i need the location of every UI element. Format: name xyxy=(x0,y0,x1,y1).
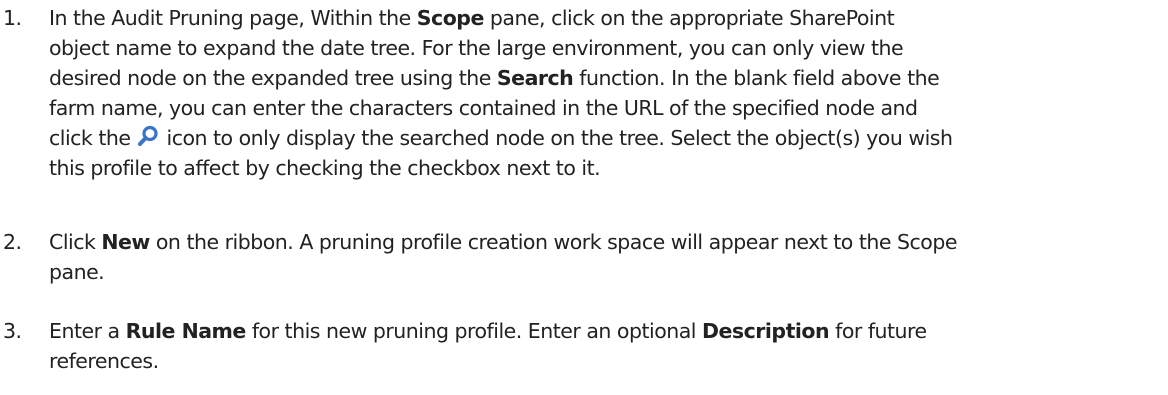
step-line: pane. xyxy=(49,260,105,284)
instructions-document: 1. In the Audit Pruning page, Within the… xyxy=(0,0,1168,395)
step-text: Click New on the ribbon. A pruning profi… xyxy=(49,227,1161,287)
step-line: Click New on the ribbon. A pruning profi… xyxy=(49,227,1161,257)
step-number: 1. xyxy=(3,6,22,30)
ui-term-new: New xyxy=(101,230,150,254)
ui-term-rule-name: Rule Name xyxy=(125,319,247,343)
step-line: farm name, you can enter the characters … xyxy=(49,96,918,120)
step-line: this profile to affect by checking the c… xyxy=(49,156,601,180)
text-run: function. In the blank field above the xyxy=(573,66,940,90)
step-line: object name to expand the date tree. For… xyxy=(49,36,904,60)
step-line: click the icon to only display the searc… xyxy=(49,123,1161,153)
step-line: desired node on the expanded tree using … xyxy=(49,63,1161,93)
text-run: pane, click on the appropriate SharePoin… xyxy=(483,6,895,30)
step-text: Enter a Rule Name for this new pruning p… xyxy=(49,316,1161,376)
step-line: Enter a Rule Name for this new pruning p… xyxy=(49,316,1161,346)
text-run: on the ribbon. A pruning profile creatio… xyxy=(149,230,958,254)
text-run: desired node on the expanded tree using … xyxy=(49,66,497,90)
step-text: In the Audit Pruning page, Within the Sc… xyxy=(49,3,1161,183)
step-number: 2. xyxy=(3,230,22,254)
text-run: for this new pruning profile. Enter an o… xyxy=(245,319,702,343)
text-run: for future xyxy=(829,319,927,343)
ui-term-search: Search xyxy=(496,66,574,90)
text-run: click the xyxy=(49,126,137,150)
text-run: In the Audit Pruning page, Within the xyxy=(49,6,417,30)
text-run: icon to only display the searched node o… xyxy=(160,126,953,150)
text-run: Enter a xyxy=(49,319,126,343)
step-number: 3. xyxy=(3,319,22,343)
step-line: references. xyxy=(49,349,159,373)
step-line: In the Audit Pruning page, Within the Sc… xyxy=(49,3,1161,33)
search-icon xyxy=(137,125,159,155)
ui-term-scope: Scope xyxy=(416,6,485,30)
ui-term-description: Description xyxy=(702,319,830,343)
text-run: Click xyxy=(49,230,102,254)
